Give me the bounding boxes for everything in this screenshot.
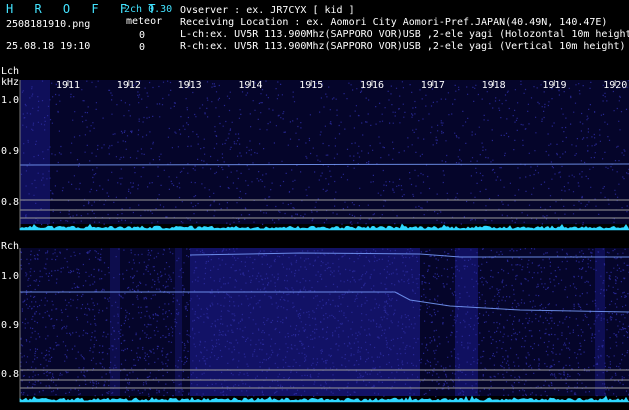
rch-tick-2: 0.9 <box>1 320 20 331</box>
time-tick-label: 1915 <box>299 80 324 91</box>
rch-tick-3: 0.8 <box>1 369 20 380</box>
time-tick-label: 1913 <box>177 80 202 91</box>
time-tick-label: 1911 <box>56 80 81 91</box>
time-tick-label: 1918 <box>481 80 506 91</box>
lch-unit: kHz <box>1 77 20 88</box>
lch-tick-3: 0.8 <box>1 197 20 208</box>
baseline-spectrum <box>19 395 629 403</box>
lch-tick-1: 1.0 <box>1 95 20 106</box>
rch-label: Rch <box>1 241 20 252</box>
time-tick-label: 1916 <box>360 80 385 91</box>
time-tick-label: 1919 <box>542 80 567 91</box>
noise-band <box>20 80 50 224</box>
lch-tick-2: 0.9 <box>1 146 20 157</box>
time-tick-label: 1914 <box>238 80 263 91</box>
lch-label: Lch <box>1 66 20 77</box>
noise-band <box>455 248 478 396</box>
baseline-spectrum <box>19 223 629 231</box>
rch-panel <box>19 248 629 403</box>
rch-tick-1: 1.0 <box>1 271 20 282</box>
spectrogram <box>19 80 629 403</box>
time-tick-label: 1917 <box>420 80 445 91</box>
noise-background <box>20 80 629 224</box>
noise-band <box>110 248 120 396</box>
time-tick-label: 1912 <box>116 80 141 91</box>
time-tick-label: 1920 <box>603 80 628 91</box>
noise-band <box>190 248 420 396</box>
lch-panel <box>19 80 629 231</box>
